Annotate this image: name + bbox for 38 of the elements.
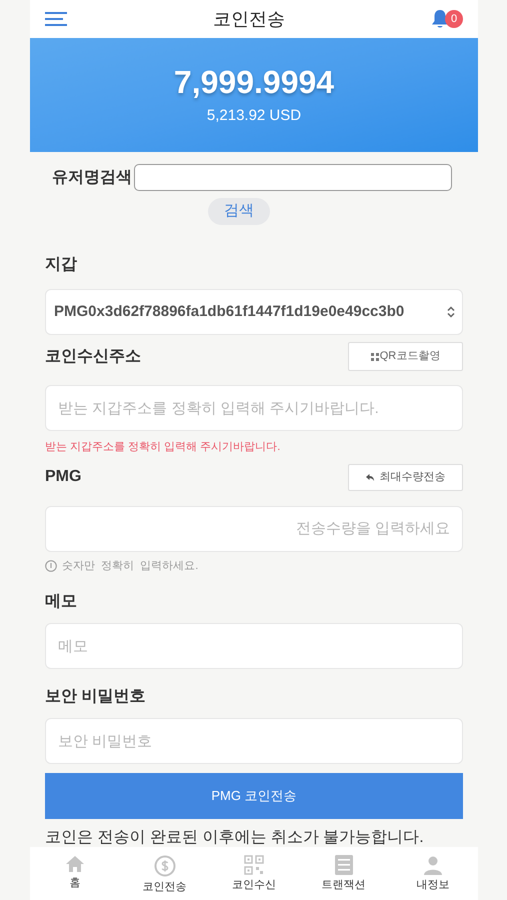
menu-icon[interactable] bbox=[45, 12, 67, 26]
chevron-up-down-icon bbox=[446, 306, 456, 318]
nav-tab[interactable]: 트랜잭션 bbox=[308, 855, 378, 892]
notification-badge: 0 bbox=[445, 10, 463, 28]
wallet-label: 지갑 bbox=[45, 255, 78, 275]
person-icon bbox=[423, 855, 443, 875]
coin-icon bbox=[154, 855, 176, 877]
list-icon bbox=[334, 855, 352, 875]
notice-text: 코인은 전송이 완료된 이후에는 취소가 불가능합니다. bbox=[45, 829, 425, 847]
user-search-field[interactable] bbox=[134, 164, 452, 191]
qr-scan-button[interactable]: QR코드촬영 bbox=[348, 342, 463, 371]
amount-hint-text: 숫자만 정확히 입력하세요. bbox=[62, 558, 198, 574]
nav-tab[interactable]: 코인수신 bbox=[219, 855, 289, 892]
reply-arrow-icon bbox=[366, 474, 374, 480]
wallet-select[interactable]: PMG0x3d62f78896fa1db61f1447f1d19e0e49cc3b0 bbox=[45, 289, 463, 335]
nav-tab[interactable]: 내정보 bbox=[398, 855, 468, 892]
memo-field[interactable]: 메모 bbox=[45, 623, 463, 669]
password-field[interactable]: 보안 비밀번호 bbox=[45, 718, 463, 764]
address-label: 코인수신주소 bbox=[45, 346, 141, 366]
memo-label: 메모 bbox=[45, 592, 78, 612]
amount-field[interactable]: 전송수량을 입력하세요 bbox=[45, 506, 463, 552]
address-field[interactable]: 받는 지갑주소를 정확히 입력해 주시기바랍니다. bbox=[45, 385, 463, 431]
send-coin-button[interactable]: PMG 코인전송 bbox=[45, 773, 463, 819]
bell-icon[interactable] bbox=[431, 9, 449, 29]
nav-tab[interactable]: 홈 bbox=[40, 855, 110, 890]
password-label: 보안 비밀번호 bbox=[45, 687, 146, 707]
amount-label: PMG bbox=[45, 467, 82, 487]
balance-amount: 7,999.9994 bbox=[174, 62, 334, 101]
home-icon bbox=[65, 855, 85, 873]
user-search-label: 유저명검색 bbox=[52, 168, 132, 188]
nav-tab[interactable]: 코인전송 bbox=[130, 855, 200, 894]
balance-usd: 5,213.92 USD bbox=[206, 106, 302, 126]
max-amount-button[interactable]: 최대수량전송 bbox=[348, 464, 463, 490]
page-title: 코인전송 bbox=[213, 8, 285, 30]
qr-code-icon bbox=[244, 855, 264, 875]
qr-code-icon bbox=[370, 352, 379, 360]
address-error-text: 받는 지갑주소를 정확히 입력해 주시기바랍니다. bbox=[45, 440, 282, 455]
info-icon bbox=[45, 560, 57, 572]
